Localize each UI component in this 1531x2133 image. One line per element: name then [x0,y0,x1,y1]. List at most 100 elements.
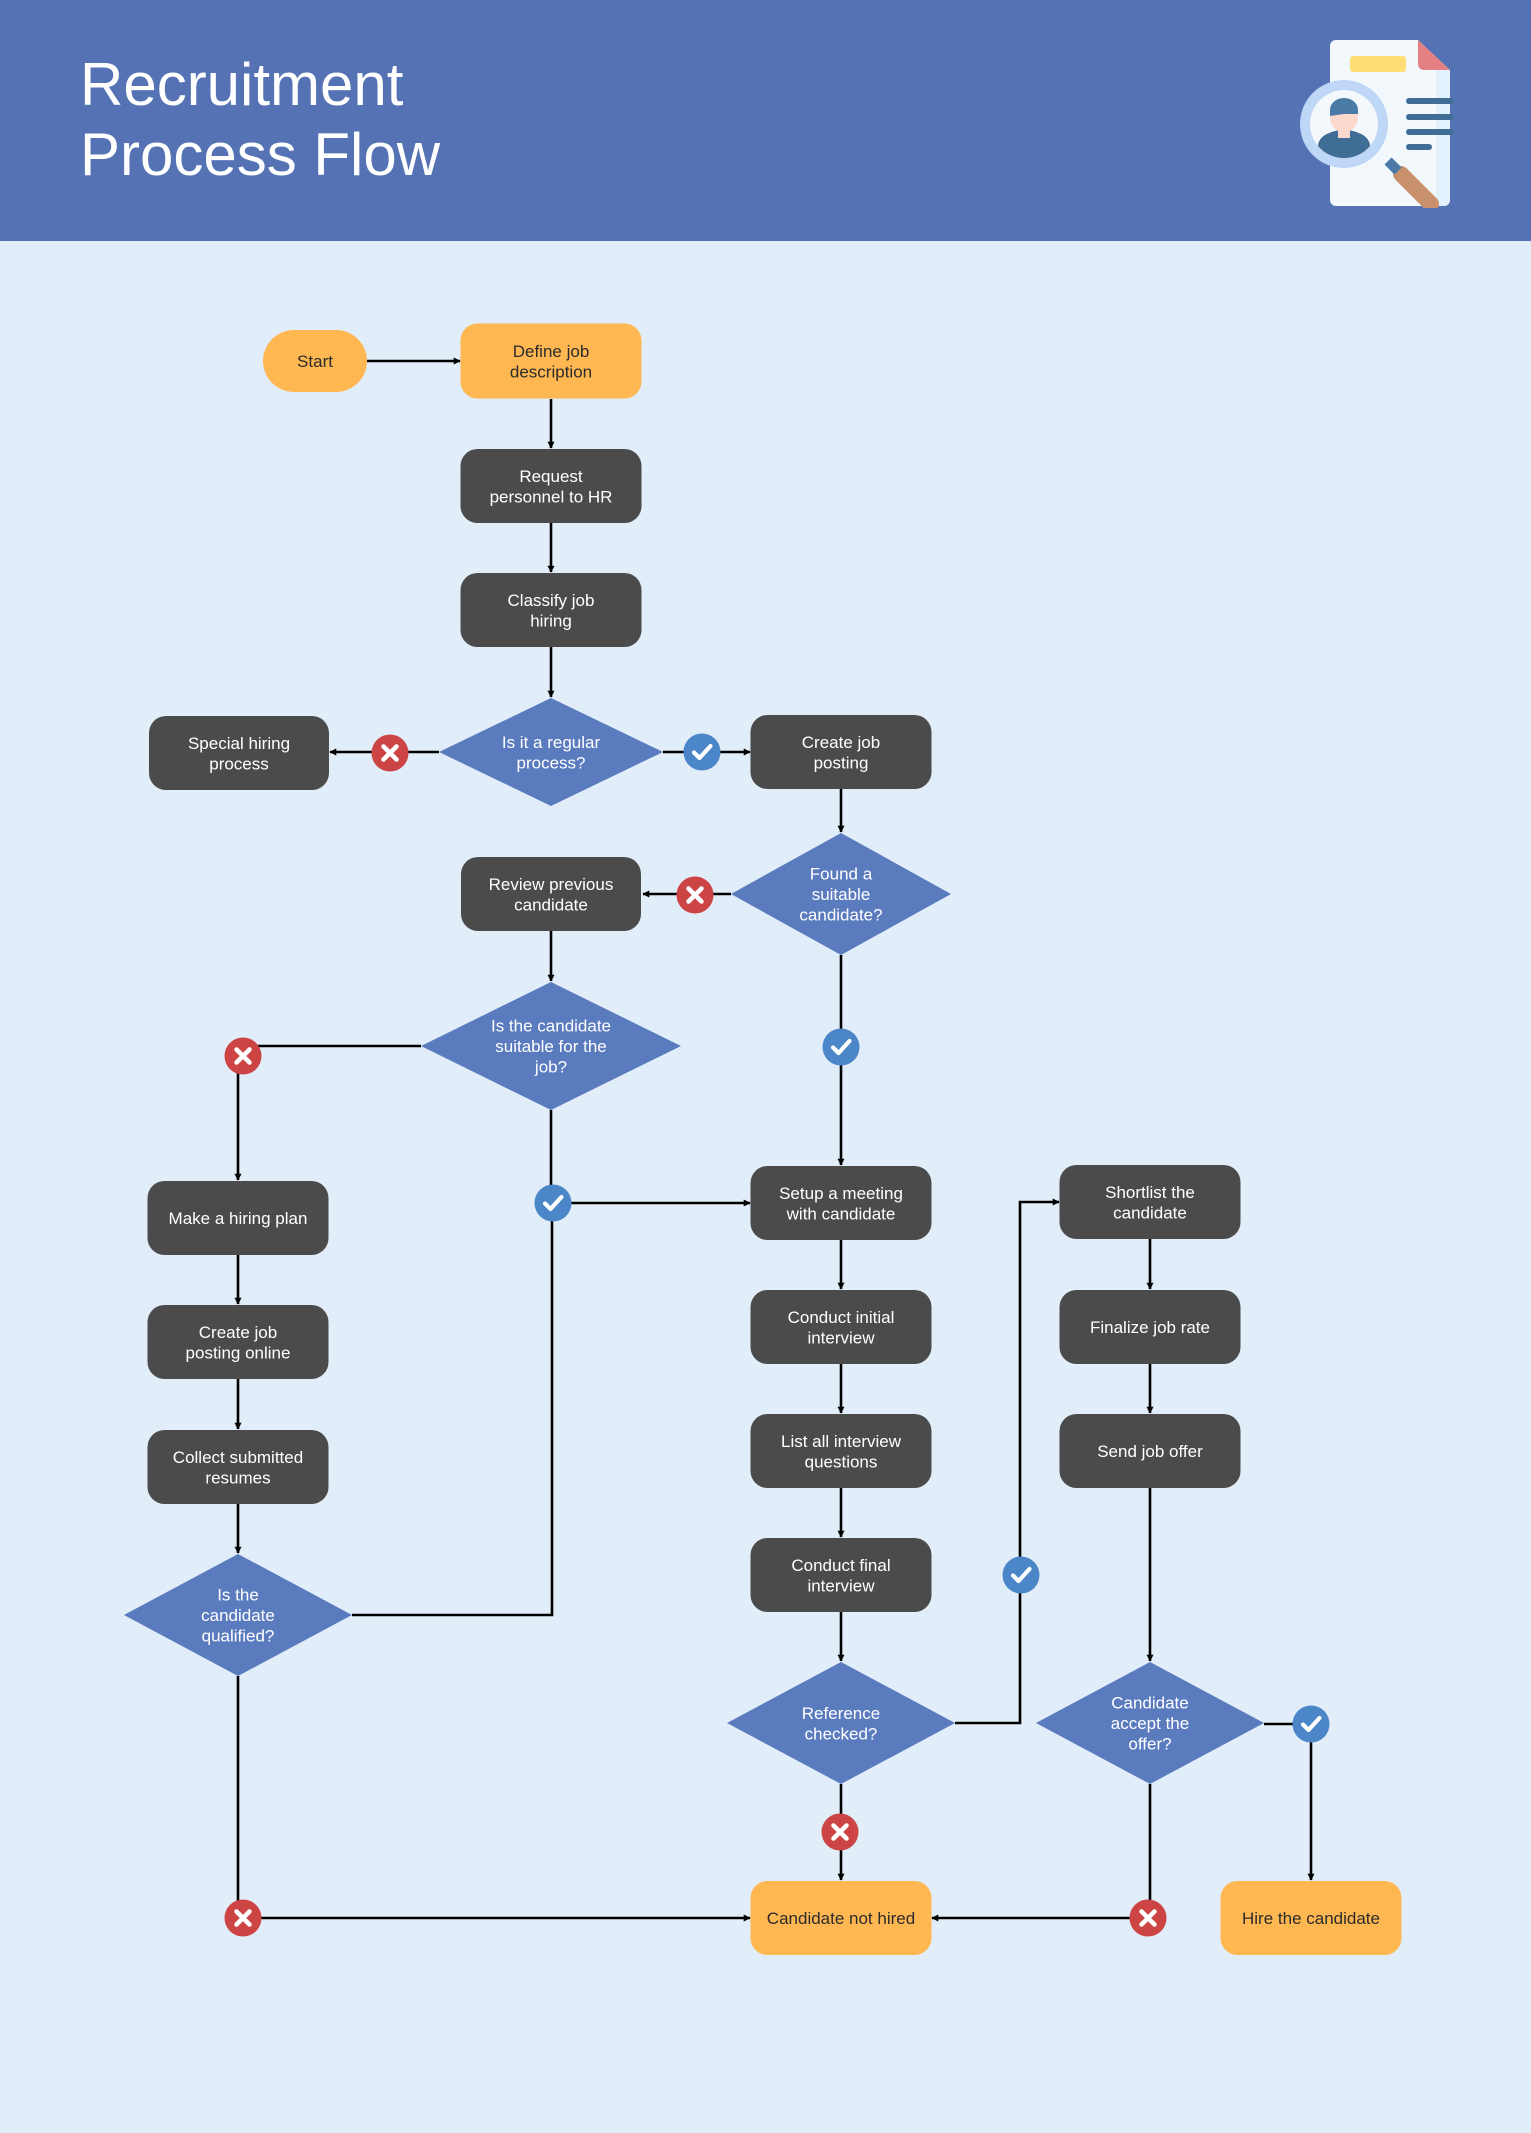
process-shape [750,715,932,789]
not-hired-label-line: Candidate not hired [767,1909,915,1928]
process-shape [750,1290,932,1364]
connector-accept-q-to-not-hired [931,1784,1152,1922]
define-job-label-line: description [510,362,592,381]
connector-reference-q-to-shortlist [955,1198,1060,1725]
nodes: Start Define jobdescription Requestpersonn… [124,323,1402,1955]
terminal-start: Start [263,330,367,392]
finalize-rate-label-line: Finalize job rate [1090,1318,1210,1337]
process-shape [460,573,642,647]
process-shape [149,716,329,790]
process-hiring-plan: Make a hiring plan [147,1181,329,1255]
request-hr-label-line: personnel to HR [490,487,613,506]
hire-label-line: Hire the candidate [1242,1909,1380,1928]
qualified-q-label-line: Is the [217,1586,259,1605]
suitable-q-label-line: Is the candidate [491,1017,611,1036]
decision-accept-q: Candidateaccept the offer? [1036,1662,1264,1784]
process-classify: Classify jobhiring [460,573,642,647]
posting-online-label-line: posting online [186,1343,291,1362]
terminal-hire: Hire the candidate [1220,1881,1402,1955]
initial-interview-label-line: interview [807,1328,875,1347]
process-shape [750,1166,932,1240]
process-shape [147,1430,329,1504]
setup-meeting-label-line: Setup a meeting [779,1184,903,1203]
no-cross-icon [224,1037,262,1075]
no-cross-icon [1129,1899,1167,1937]
decision-found-q: Found asuitable candidate? [731,833,951,955]
decision-shape [727,1662,955,1784]
process-review-prev: Review previouscandidate [461,857,641,931]
process-shortlist: Shortlist thecandidate [1059,1165,1241,1239]
shortlist-label-line: candidate [1113,1203,1187,1222]
process-finalize-rate: Finalize job rate [1059,1290,1241,1364]
process-initial-interview: Conduct initialinterview [750,1290,932,1364]
yes-check-icon [683,733,721,771]
yes-check-icon [1002,1556,1040,1594]
process-final-interview: Conduct finalinterview [750,1538,932,1612]
process-shape [147,1305,329,1379]
terminal-not-hired: Candidate not hired [750,1881,932,1955]
process-shape [461,857,641,931]
create-posting-label-line: Create job [802,733,880,752]
process-shape [750,1538,932,1612]
connector-accept-q-to-hire [1264,1722,1315,1881]
terminal-define-job: Define jobdescription [460,323,642,399]
process-request-hr: Requestpersonnel to HR [460,449,642,523]
process-collect: Collect submittedresumes [147,1430,329,1504]
connector-suitable-q-to-hiring-plan [234,1044,421,1181]
accept-q-label-line: offer? [1128,1735,1171,1754]
collect-label-line: resumes [205,1468,270,1487]
no-cross-icon [371,734,409,772]
process-shape [1059,1165,1241,1239]
flowchart: Start Define jobdescription Requestpersonn… [124,323,1402,1955]
reference-q-label-line: checked? [805,1724,878,1743]
shortlist-label-line: Shortlist the [1105,1183,1195,1202]
regular-q-label-line: Is it a regular [502,733,601,752]
hiring-plan-label-line: Make a hiring plan [169,1209,308,1228]
final-interview-label-line: interview [807,1576,875,1595]
special-label-line: Special hiring [188,734,290,753]
list-questions-label-line: List all interview [781,1432,902,1451]
send-offer-label-line: Send job offer [1097,1442,1203,1461]
process-send-offer: Send job offer [1059,1414,1241,1488]
accept-q-label-line: Candidate [1111,1694,1189,1713]
special-label-line: process [209,754,269,773]
regular-q-label-line: process? [517,753,586,772]
reference-q-label-line: Reference [802,1704,880,1723]
process-shape [750,1414,932,1488]
accept-q-label-line: accept the [1111,1714,1189,1733]
qualified-q-label-line: qualified? [202,1627,275,1646]
yes-check-icon [822,1028,860,1066]
collect-label-line: Collect submitted [173,1448,303,1467]
qualified-q-label-line: candidate [201,1606,275,1625]
no-cross-icon [676,876,714,914]
decision-qualified-q: Is thecandidate qualified? [124,1554,352,1676]
process-posting-online: Create jobposting online [147,1305,329,1379]
found-q-label-line: candidate? [799,906,882,925]
decision-shape [439,698,663,806]
request-hr-label-line: Request [519,467,583,486]
review-prev-label-line: Review previous [489,875,614,894]
process-list-questions: List all interviewquestions [750,1414,932,1488]
list-questions-label-line: questions [805,1452,878,1471]
define-job-label-line: Define job [513,342,590,361]
found-q-label-line: suitable [812,885,871,904]
terminal-shape [460,323,642,399]
yes-check-icon [534,1184,572,1222]
posting-online-label-line: Create job [199,1323,277,1342]
process-special: Special hiringprocess [149,716,329,790]
classify-label-line: Classify job [508,591,595,610]
yes-check-icon [1292,1705,1330,1743]
process-shape [460,449,642,523]
found-q-label-line: Found a [810,865,873,884]
connector-qualified-q-to-setup-meeting [352,1203,554,1617]
setup-meeting-label-line: with candidate [786,1204,896,1223]
final-interview-label-line: Conduct final [791,1556,890,1575]
start-label-line: Start [297,352,333,371]
create-posting-label-line: posting [814,753,869,772]
connector-suitable-q-to-setup-meeting [549,1110,751,1207]
suitable-q-label-line: job? [534,1058,567,1077]
review-prev-label-line: candidate [514,895,588,914]
no-cross-icon [821,1813,859,1851]
classify-label-line: hiring [530,611,572,630]
initial-interview-label-line: Conduct initial [788,1308,895,1327]
